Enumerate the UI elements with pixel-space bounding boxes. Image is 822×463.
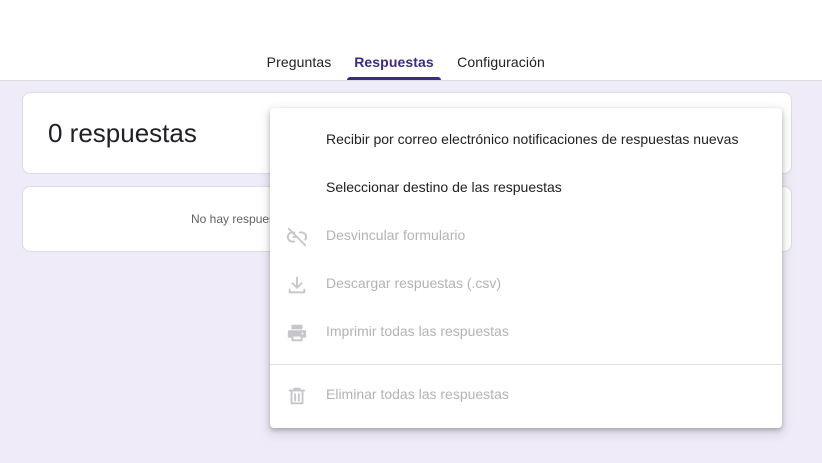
menu-item-unlink-form[interactable]: Desvincular formulario [270,212,782,260]
print-icon [286,322,308,344]
menu-item-print-all[interactable]: Imprimir todas las respuestas [270,308,782,356]
tab-respuestas-label: Respuestas [354,53,434,70]
menu-item-label: Seleccionar destino de las respuestas [326,179,562,195]
menu-item-download-csv[interactable]: Descargar respuestas (.csv) [270,260,782,308]
menu-item-label: Recibir por correo electrónico notificac… [326,131,739,147]
tab-configuracion[interactable]: Configuración [450,44,552,80]
menu-item-label: Eliminar todas las respuestas [326,386,509,402]
link-off-icon [286,226,308,248]
top-bar: Preguntas Respuestas Configuración [0,0,822,81]
responses-options-menu: Recibir por correo electrónico notificac… [270,108,782,428]
menu-divider [270,364,782,365]
tab-preguntas-label: Preguntas [266,53,332,70]
tab-respuestas[interactable]: Respuestas [347,44,441,80]
menu-item-delete-all[interactable]: Eliminar todas las respuestas [270,371,782,419]
menu-item-label: Descargar respuestas (.csv) [326,275,502,291]
tab-preguntas[interactable]: Preguntas [258,44,340,80]
menu-item-email-notifications[interactable]: Recibir por correo electrónico notificac… [270,116,782,164]
download-icon [286,274,308,296]
menu-item-select-destination[interactable]: Seleccionar destino de las respuestas [270,164,782,212]
tab-configuracion-label: Configuración [457,53,545,70]
tab-bar: Preguntas Respuestas Configuración [0,44,822,80]
trash-icon [286,385,308,407]
menu-item-label: Imprimir todas las respuestas [326,323,509,339]
response-count-title: 0 respuestas [48,118,197,148]
menu-item-label: Desvincular formulario [326,227,466,243]
